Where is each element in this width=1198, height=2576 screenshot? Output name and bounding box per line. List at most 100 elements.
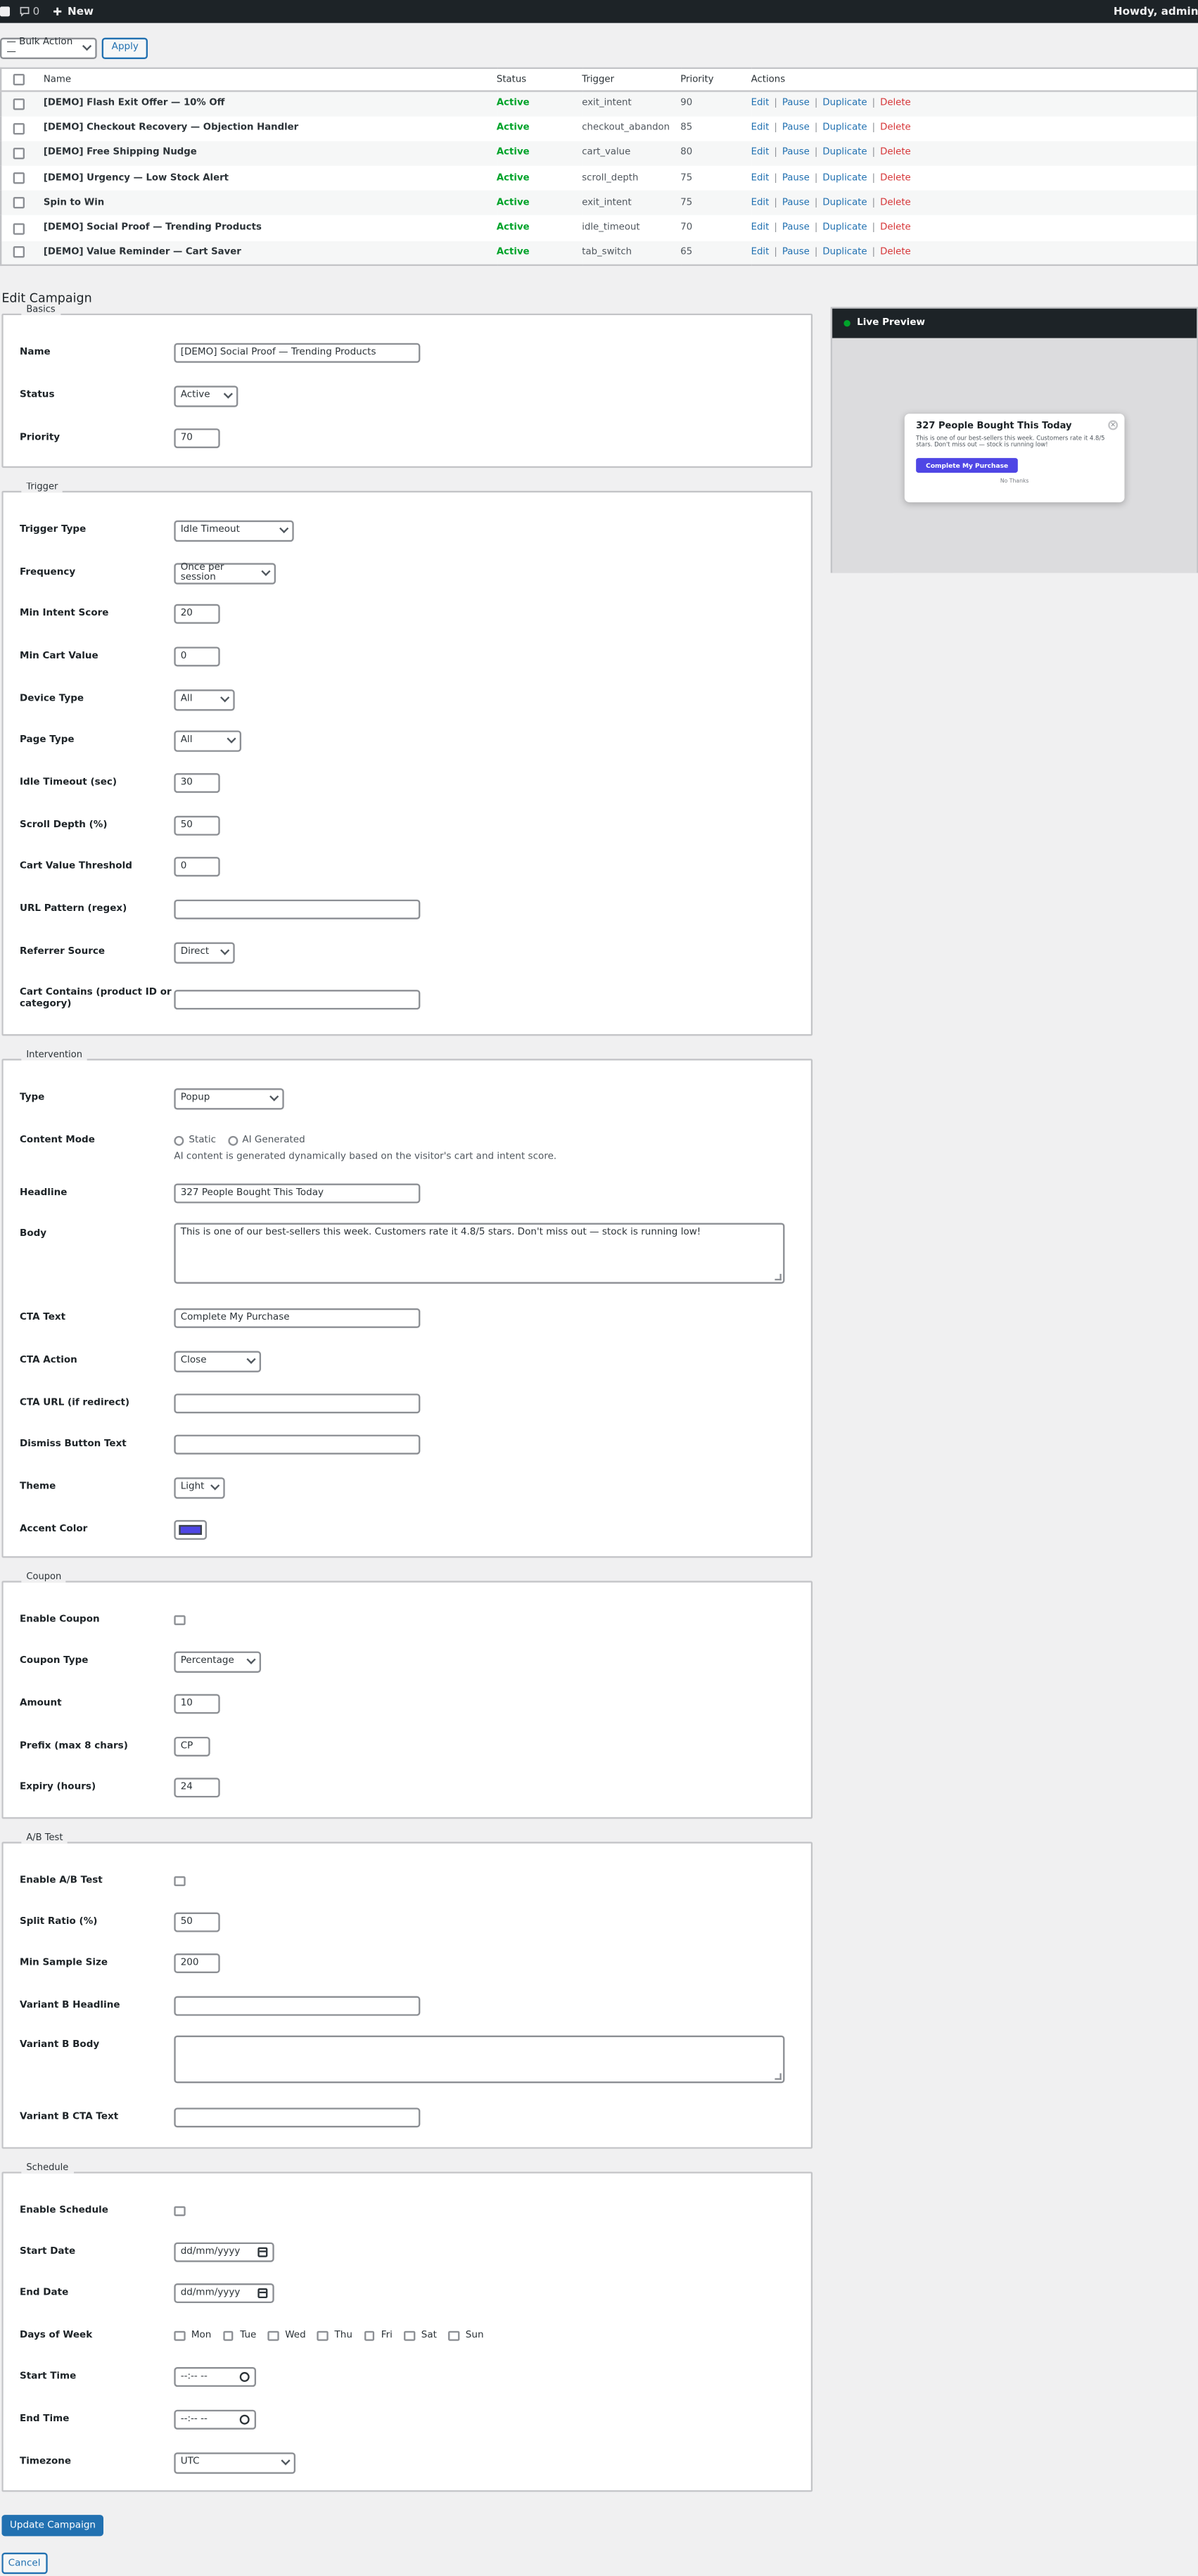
duplicate-link[interactable]: Duplicate: [822, 223, 867, 233]
row-checkbox[interactable]: [13, 147, 25, 160]
static-radio[interactable]: [174, 1135, 184, 1146]
split-input[interactable]: 50: [174, 1912, 220, 1933]
day-option[interactable]: Fri: [364, 2330, 393, 2342]
update-campaign-button[interactable]: Update Campaign: [1, 2515, 104, 2537]
url-pattern-input[interactable]: [174, 899, 421, 920]
enable-coupon-checkbox[interactable]: [174, 1614, 185, 1626]
duplicate-link[interactable]: Duplicate: [822, 99, 867, 109]
col-status[interactable]: Status: [496, 68, 582, 92]
headline-input[interactable]: 327 People Bought This Today: [174, 1182, 421, 1204]
delete-link[interactable]: Delete: [880, 223, 911, 233]
edit-link[interactable]: Edit: [751, 148, 770, 158]
delete-link[interactable]: Delete: [880, 148, 911, 158]
pause-link[interactable]: Pause: [782, 148, 810, 158]
pause-link[interactable]: Pause: [782, 198, 810, 208]
expiry-input[interactable]: 24: [174, 1777, 220, 1798]
accent-color-picker[interactable]: [174, 1519, 208, 1540]
duplicate-link[interactable]: Duplicate: [822, 148, 867, 158]
trigger-type-select[interactable]: Idle Timeout: [174, 519, 294, 541]
calendar-icon[interactable]: [257, 2247, 268, 2257]
preview-dismiss-link[interactable]: No Thanks: [916, 477, 1113, 483]
delete-link[interactable]: Delete: [880, 124, 911, 134]
sample-input[interactable]: 200: [174, 1953, 220, 1974]
edit-link[interactable]: Edit: [751, 223, 770, 233]
pause-link[interactable]: Pause: [782, 248, 810, 257]
edit-link[interactable]: Edit: [751, 99, 770, 109]
cta-text-input[interactable]: Complete My Purchase: [174, 1308, 421, 1329]
variant-b-headline-input[interactable]: [174, 1996, 421, 2017]
day-checkbox[interactable]: [222, 2330, 234, 2342]
ai-generated-radio[interactable]: [227, 1135, 238, 1146]
day-option[interactable]: Thu: [317, 2330, 352, 2342]
timezone-select[interactable]: UTC: [174, 2451, 296, 2473]
prefix-input[interactable]: CP: [174, 1736, 210, 1757]
new-content-menu[interactable]: New: [53, 5, 94, 18]
day-option[interactable]: Mon: [174, 2330, 211, 2342]
name-input[interactable]: [DEMO] Social Proof — Trending Products: [174, 343, 421, 364]
threshold-input[interactable]: 0: [174, 856, 220, 877]
device-select[interactable]: All: [174, 688, 235, 710]
intent-input[interactable]: 20: [174, 604, 220, 625]
priority-input[interactable]: 70: [174, 428, 220, 449]
edit-link[interactable]: Edit: [751, 124, 770, 134]
calendar-icon[interactable]: [257, 2288, 268, 2299]
clock-icon[interactable]: [239, 2372, 250, 2383]
comments-menu[interactable]: 0: [20, 5, 39, 18]
campaign-name[interactable]: [DEMO] Free Shipping Nudge: [44, 148, 197, 158]
day-checkbox[interactable]: [404, 2330, 415, 2342]
delete-link[interactable]: Delete: [880, 198, 911, 208]
theme-select[interactable]: Light: [174, 1477, 225, 1498]
row-checkbox[interactable]: [13, 98, 25, 110]
resize-handle-icon[interactable]: [775, 1273, 782, 1281]
status-select[interactable]: Active: [174, 385, 238, 407]
pause-link[interactable]: Pause: [782, 223, 810, 233]
pause-link[interactable]: Pause: [782, 174, 810, 184]
delete-link[interactable]: Delete: [880, 99, 911, 109]
end-time-input[interactable]: --:-- --: [174, 2409, 257, 2430]
enable-schedule-checkbox[interactable]: [174, 2205, 185, 2217]
pause-link[interactable]: Pause: [782, 124, 810, 134]
select-all-checkbox[interactable]: [13, 74, 25, 86]
start-date-input[interactable]: dd/mm/yyyy: [174, 2242, 274, 2263]
col-trigger[interactable]: Trigger: [582, 68, 681, 92]
campaign-name[interactable]: [DEMO] Urgency — Low Stock Alert: [44, 174, 229, 184]
row-checkbox[interactable]: [13, 172, 25, 184]
idle-input[interactable]: 30: [174, 772, 220, 793]
day-checkbox[interactable]: [174, 2330, 185, 2342]
close-icon[interactable]: ×: [1108, 420, 1119, 431]
variant-b-cta-input[interactable]: [174, 2107, 421, 2128]
col-priority[interactable]: Priority: [680, 68, 751, 92]
day-option[interactable]: Sat: [404, 2330, 437, 2342]
duplicate-link[interactable]: Duplicate: [822, 124, 867, 134]
cta-action-select[interactable]: Close: [174, 1350, 262, 1372]
apply-button[interactable]: Apply: [101, 37, 148, 58]
coupon-type-select[interactable]: Percentage: [174, 1650, 262, 1672]
frequency-select[interactable]: Once per session: [174, 562, 276, 584]
day-checkbox[interactable]: [267, 2330, 279, 2342]
campaign-name[interactable]: [DEMO] Social Proof — Trending Products: [44, 223, 262, 233]
resize-handle-icon[interactable]: [775, 2073, 782, 2080]
day-checkbox[interactable]: [364, 2330, 375, 2342]
row-checkbox[interactable]: [13, 122, 25, 134]
edit-link[interactable]: Edit: [751, 248, 770, 257]
duplicate-link[interactable]: Duplicate: [822, 198, 867, 208]
day-option[interactable]: Tue: [222, 2330, 256, 2342]
scroll-input[interactable]: 50: [174, 815, 220, 836]
start-time-input[interactable]: --:-- --: [174, 2366, 257, 2387]
amount-input[interactable]: 10: [174, 1693, 220, 1714]
day-checkbox[interactable]: [448, 2330, 459, 2342]
cta-url-input[interactable]: [174, 1393, 421, 1414]
type-select[interactable]: Popup: [174, 1088, 284, 1109]
row-checkbox[interactable]: [13, 247, 25, 259]
clock-icon[interactable]: [239, 2414, 250, 2425]
day-option[interactable]: Wed: [267, 2330, 306, 2342]
wordpress-logo-icon[interactable]: [0, 6, 11, 17]
campaign-name[interactable]: [DEMO] Checkout Recovery — Objection Han…: [44, 124, 298, 134]
day-checkbox[interactable]: [317, 2330, 329, 2342]
end-date-input[interactable]: dd/mm/yyyy: [174, 2283, 274, 2304]
delete-link[interactable]: Delete: [880, 174, 911, 184]
campaign-name[interactable]: Spin to Win: [44, 198, 104, 208]
edit-link[interactable]: Edit: [751, 198, 770, 208]
edit-link[interactable]: Edit: [751, 174, 770, 184]
pause-link[interactable]: Pause: [782, 99, 810, 109]
